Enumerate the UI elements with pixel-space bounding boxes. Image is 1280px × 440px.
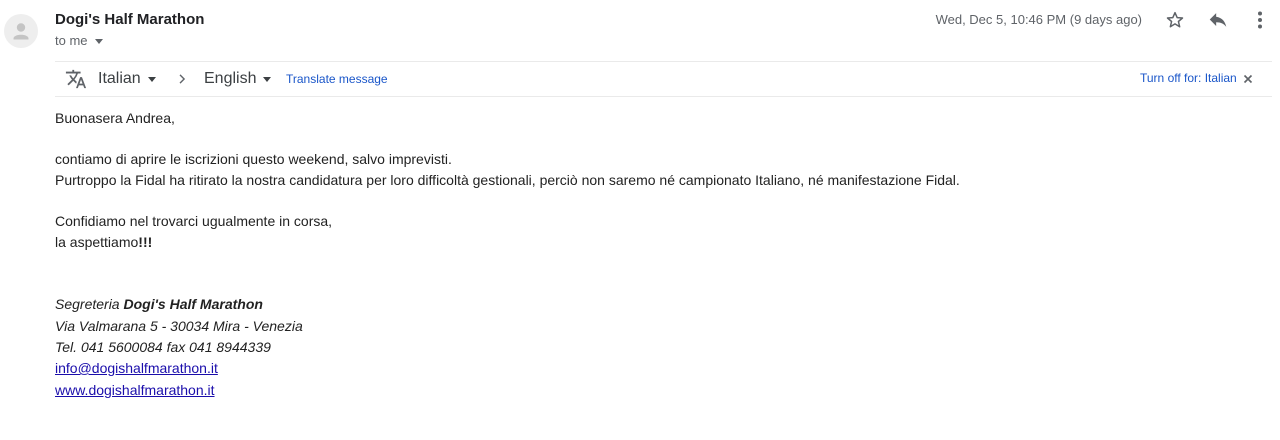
chevron-right-icon-wrap [175,62,189,96]
signature-phone: Tel. 041 5600084 fax 041 8944339 [55,339,271,355]
message-date: Wed, Dec 5, 10:46 PM (9 days ago) [935,12,1142,27]
target-language-select[interactable]: English [204,62,272,96]
avatar-placeholder-icon [13,23,29,40]
signature-website-link[interactable]: www.dogishalfmarathon.it [55,382,215,398]
recipient-details-toggle[interactable]: to me [55,33,103,48]
signature-organization: Dogi's Half Marathon [123,296,263,312]
close-translate-bar-button[interactable] [1243,62,1253,96]
reply-button[interactable] [1206,8,1230,32]
signature-title: Segreteria Dogi's Half Marathon [55,296,263,312]
signature-address: Via Valmarana 5 - 30034 Mira - Venezia [55,318,303,334]
chevron-down-icon [94,38,103,44]
chevron-right-icon [179,74,186,84]
sender-avatar[interactable] [4,14,38,48]
translate-bar: Italian English Translate message Turn o… [55,61,1272,97]
source-language-select[interactable]: Italian [98,62,156,96]
dropdown-arrow-icon [147,77,156,82]
message-line: Confidiamo nel trovarci ugualmente in co… [55,213,333,229]
sender-name: Dogi's Half Marathon [55,11,205,28]
signature-email-row: info@dogishalfmarathon.it [55,360,218,376]
target-language-label: English [204,70,257,87]
star-icon [1166,11,1184,28]
translate-icon-wrap [65,62,87,96]
signature-website-row: www.dogishalfmarathon.it [55,382,215,398]
translate-message-link[interactable]: Translate message [286,62,388,96]
message-closing-line: la aspettiamo!!! [55,234,152,250]
more-options-button[interactable] [1248,8,1272,32]
signature-email-link[interactable]: info@dogishalfmarathon.it [55,360,218,376]
reply-icon [1209,13,1227,27]
star-button[interactable] [1163,8,1187,32]
closing-text: la aspettiamo [55,234,139,250]
signature-prefix: Segreteria [55,296,124,312]
closing-exclamation: !!! [138,234,153,250]
message-line: contiamo di aprire le iscrizioni questo … [55,151,452,167]
message-line: Purtroppo la Fidal ha ritirato la nostra… [55,172,960,188]
more-vert-icon [1258,11,1262,29]
recipient-label: to me [55,33,88,48]
dropdown-arrow-icon [263,77,272,82]
message-greeting: Buonasera Andrea, [55,110,175,126]
source-language-label: Italian [98,70,141,87]
close-icon [1243,74,1253,84]
turn-off-translation-link[interactable]: Turn off for: Italian [1140,62,1237,94]
translate-icon [65,69,87,89]
